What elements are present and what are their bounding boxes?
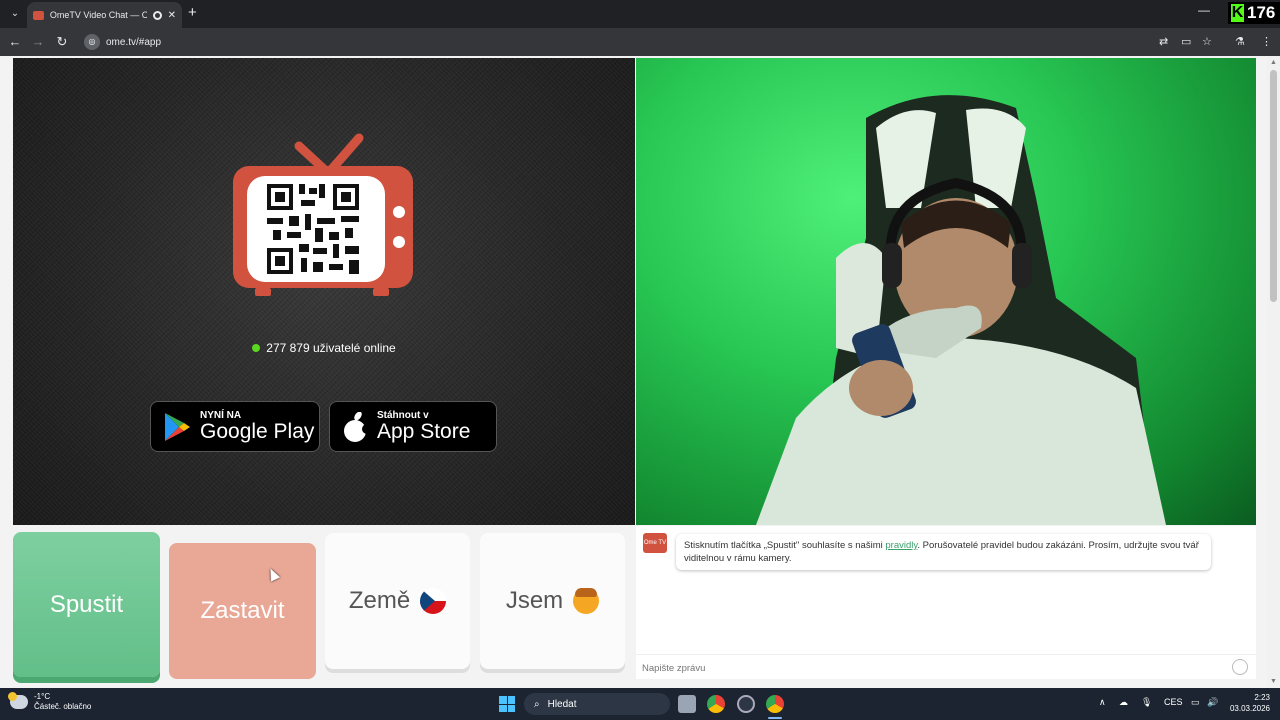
cast-icon[interactable]: ▭ — [1181, 35, 1191, 48]
system-message: Stisknutím tlačítka „Spustit" souhlasíte… — [676, 534, 1211, 570]
volume-icon[interactable]: 🔊 — [1207, 697, 1218, 708]
emoji-smiley-icon[interactable] — [1232, 659, 1248, 675]
clock-time: 2:23 — [1254, 693, 1270, 702]
country-select-button[interactable]: Země — [325, 533, 470, 669]
recording-icon — [152, 10, 162, 20]
windows-start-icon[interactable] — [499, 696, 515, 712]
tray-chevron-icon[interactable]: ∧ — [1099, 697, 1106, 708]
users-online-text: 277 879 uživatelé online — [266, 341, 396, 355]
browser-tab[interactable]: OmeTV Video Chat — Ome ✕ — [27, 2, 182, 28]
language-indicator[interactable]: CES — [1164, 697, 1183, 707]
menu-kebab-icon[interactable]: ⋮ — [1261, 35, 1272, 48]
ometv-page: 277 879 uživatelé online NYNÍ NA Google … — [0, 56, 1280, 688]
address-bar[interactable]: ◎ ome.tv/#app — [80, 31, 1220, 53]
country-label: Země — [348, 587, 411, 614]
bookmark-star-icon[interactable]: ☆ — [1202, 35, 1212, 48]
scroll-down-arrow-icon[interactable]: ▼ — [1270, 678, 1277, 685]
ometv-favicon-icon — [33, 10, 44, 20]
network-icon[interactable]: ▭ — [1191, 697, 1200, 708]
reload-icon[interactable]: ↻ — [54, 34, 70, 50]
czech-flag-icon — [420, 588, 447, 614]
message-text-before: Stisknutím tlačítka „Spustit" souhlasíte… — [684, 540, 886, 551]
translate-icon[interactable]: ⇄ — [1159, 35, 1168, 48]
ometv-tv-qr-logo — [233, 133, 413, 296]
taskbar-clock[interactable]: 2:23 03.03.2026 — [1226, 692, 1270, 714]
search-icon: ⌕ — [534, 698, 540, 710]
app-store-button[interactable]: Stáhnout v App Store — [329, 401, 497, 452]
labs-icon[interactable]: ⚗ — [1235, 35, 1245, 48]
windows-taskbar: -1°C Částeč. oblačno ⌕ Hledat ∧ ☁ 🎙 CES … — [0, 688, 1280, 720]
forward-icon[interactable]: → — [30, 34, 46, 49]
start-button[interactable]: Spustit — [13, 532, 160, 677]
gender-label: Jsem — [505, 587, 564, 614]
microphone-icon[interactable]: 🎙 — [1141, 697, 1152, 708]
back-icon[interactable]: ← — [7, 34, 23, 49]
webcam-person-image — [756, 95, 1166, 525]
file-explorer-icon[interactable] — [678, 695, 696, 713]
scroll-up-arrow-icon[interactable]: ▲ — [1270, 59, 1277, 66]
chrome-icon[interactable] — [707, 695, 725, 713]
viewer-count: 176 — [1247, 3, 1276, 22]
ometv-chat-logo: Ome TV — [643, 533, 667, 553]
online-status-icon — [252, 344, 261, 352]
new-tab-button[interactable]: + — [188, 4, 197, 21]
site-info-icon[interactable]: ◎ — [84, 34, 100, 50]
tab-search-menu-button[interactable]: ⌄ — [6, 5, 24, 23]
url-text: ome.tv/#app — [106, 36, 162, 48]
users-online-counter: 277 879 uživatelé online — [13, 341, 635, 355]
minimize-button[interactable]: — — [1198, 3, 1210, 17]
boy-emoji-icon — [573, 588, 600, 614]
active-app-indicator — [768, 717, 782, 719]
search-label: Hledat — [547, 698, 577, 710]
google-play-icon — [165, 412, 190, 441]
stop-button[interactable]: Zastavit — [169, 543, 316, 679]
weather-widget[interactable]: -1°C Částeč. oblačno — [8, 692, 92, 712]
kick-logo-icon: K — [1231, 4, 1244, 22]
chat-input-bar — [636, 654, 1256, 679]
browser-toolbar: ← → ↻ ◎ ome.tv/#app ⇄ ▭ ☆ ⚗ ⋮ — [0, 28, 1280, 56]
chrome-profile-icon[interactable] — [737, 695, 755, 713]
cloud-icon[interactable]: ☁ — [1119, 697, 1128, 708]
kick-viewer-badge: K 176 — [1228, 2, 1280, 24]
app-store-big-label: App Store — [377, 420, 471, 443]
chat-panel: Ome TV Stisknutím tlačítka „Spustit" sou… — [636, 526, 1256, 679]
weather-desc: Částeč. oblačno — [34, 702, 92, 711]
message-input[interactable] — [642, 660, 1222, 676]
tab-bar: ⌄ OmeTV Video Chat — Ome ✕ + — K 176 — [0, 0, 1280, 28]
google-play-big-label: Google Play — [200, 420, 315, 443]
close-tab-icon[interactable]: ✕ — [168, 10, 176, 21]
taskbar-search[interactable]: ⌕ Hledat — [524, 693, 670, 715]
apple-icon — [344, 411, 368, 442]
self-camera-video — [636, 58, 1256, 525]
weather-temp: -1°C — [34, 692, 51, 701]
rules-link[interactable]: pravidly — [885, 540, 917, 551]
chrome-active-icon[interactable] — [766, 695, 784, 713]
partly-cloudy-icon — [8, 692, 28, 709]
clock-date: 03.03.2026 — [1229, 704, 1270, 713]
gender-select-button[interactable]: Jsem — [480, 533, 625, 669]
scrollbar-thumb[interactable] — [1270, 70, 1277, 302]
page-scrollbar[interactable]: ▲ ▼ — [1267, 56, 1280, 688]
tab-title: OmeTV Video Chat — Ome — [49, 10, 147, 20]
partner-video-area: 277 879 uživatelé online NYNÍ NA Google … — [13, 58, 635, 525]
google-play-button[interactable]: NYNÍ NA Google Play — [150, 401, 320, 452]
